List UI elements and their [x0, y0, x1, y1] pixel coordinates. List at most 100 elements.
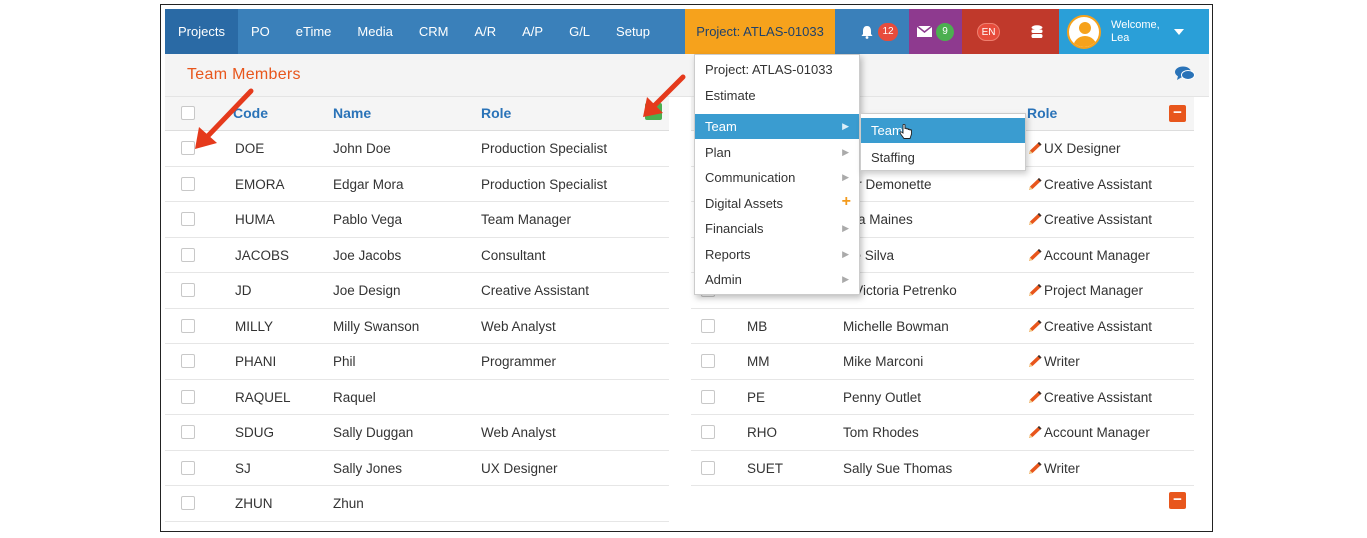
row-checkbox[interactable]: [181, 212, 195, 226]
welcome-username: Lea: [1111, 31, 1130, 44]
pencil-icon[interactable]: [1027, 212, 1043, 226]
table-row[interactable]: SJ Sally Jones UX Designer: [165, 450, 669, 486]
row-role-label: UX Designer: [1044, 141, 1121, 156]
menu-item-label: Reports: [705, 247, 751, 262]
table-row[interactable]: ZHUN Zhun: [165, 486, 669, 522]
menu-item-reports[interactable]: Reports ▶: [695, 242, 859, 267]
table-row[interactable]: RAQUEL Raquel: [165, 379, 669, 415]
row-checkbox[interactable]: [181, 318, 195, 333]
select-all-checkbox[interactable]: [181, 106, 195, 120]
table-row[interactable]: PHANI Phil Programmer: [165, 344, 669, 380]
nav-ar[interactable]: A/R: [461, 9, 509, 54]
table-row[interactable]: HUMA Pablo Vega Team Manager: [165, 202, 669, 238]
language-button[interactable]: EN: [962, 9, 1016, 54]
submenu-item-team[interactable]: Team: [861, 118, 1025, 143]
table-row[interactable]: EMORA Edgar Mora Production Specialist: [165, 166, 669, 202]
nav-po[interactable]: PO: [238, 9, 283, 54]
header-role[interactable]: Role: [481, 105, 511, 121]
nav-crm[interactable]: CRM: [406, 9, 462, 54]
row-checkbox[interactable]: [181, 141, 195, 155]
chat-icon[interactable]: [1175, 66, 1195, 82]
row-checkbox[interactable]: [181, 425, 195, 439]
row-role: Consultant: [481, 247, 546, 263]
table-row[interactable]: JACOBS Joe Jacobs Consultant: [165, 237, 669, 273]
row-checkbox[interactable]: [181, 283, 195, 297]
menu-item-team[interactable]: Team ▶: [695, 114, 859, 139]
row-role-label: Writer: [1044, 354, 1080, 369]
row-name: a Victoria Petrenko: [843, 283, 957, 298]
notifications-button[interactable]: 12: [849, 9, 909, 54]
table-row[interactable]: JD Joe Design Creative Assistant: [165, 273, 669, 309]
row-role: Writer: [1027, 354, 1080, 369]
pencil-icon[interactable]: [1027, 425, 1043, 439]
row-checkbox[interactable]: [701, 354, 715, 368]
project-button[interactable]: Project: ATLAS-01033: [685, 9, 836, 54]
pencil-icon[interactable]: [1027, 283, 1043, 297]
messages-badge: 9: [936, 22, 955, 41]
chevron-right-icon: ▶: [842, 274, 849, 284]
row-name: Zhun: [333, 496, 364, 511]
messages-button[interactable]: 9: [909, 9, 963, 54]
plus-icon[interactable]: +: [842, 189, 851, 214]
remove-member-button[interactable]: −: [1169, 105, 1186, 122]
left-table-header: Code Name Role +: [165, 97, 669, 131]
remove-member-button-bottom[interactable]: −: [1169, 492, 1186, 509]
pencil-icon[interactable]: [1027, 141, 1043, 155]
right-header-role[interactable]: Role: [1027, 105, 1057, 121]
nav-ap[interactable]: A/P: [509, 9, 556, 54]
submenu-item-staffing[interactable]: Staffing: [861, 145, 1025, 170]
row-checkbox[interactable]: [701, 318, 715, 333]
header-code[interactable]: Code: [233, 105, 268, 121]
menu-item-project-atlas-01033[interactable]: Project: ATLAS-01033: [695, 57, 859, 82]
row-checkbox[interactable]: [701, 389, 715, 404]
add-member-button[interactable]: +: [645, 103, 662, 120]
table-row[interactable]: RHO Tom Rhodes Account Manager: [691, 415, 1194, 451]
menu-item-plan[interactable]: Plan ▶: [695, 140, 859, 165]
table-row[interactable]: MILLY Milly Swanson Web Analyst: [165, 308, 669, 344]
nav-media[interactable]: Media: [344, 9, 405, 54]
menu-item-financials[interactable]: Financials ▶: [695, 216, 859, 241]
row-checkbox[interactable]: [701, 425, 715, 439]
menu-item-estimate[interactable]: Estimate: [695, 83, 859, 108]
pencil-icon[interactable]: [1027, 390, 1043, 404]
menu-item-digital-assets[interactable]: Digital Assets +: [695, 191, 859, 216]
row-checkbox[interactable]: [181, 176, 195, 191]
row-name: Michelle Bowman: [843, 318, 949, 334]
pencil-icon[interactable]: [1027, 354, 1043, 368]
row-code: EMORA: [235, 176, 285, 192]
nav-projects[interactable]: Projects: [165, 9, 238, 54]
table-row[interactable]: PE Penny Outlet Creative Assistant: [691, 379, 1194, 415]
page-title: Team Members: [187, 66, 301, 83]
menu-item-communication[interactable]: Communication ▶: [695, 165, 859, 190]
menu-item-label: Admin: [705, 272, 742, 287]
nav-gl[interactable]: G/L: [556, 9, 603, 54]
row-checkbox[interactable]: [701, 460, 715, 475]
row-name: Sally Duggan: [333, 425, 414, 440]
nav-etime[interactable]: eTime: [283, 9, 345, 54]
row-checkbox[interactable]: [181, 354, 195, 368]
table-row[interactable]: DOE John Doe Production Specialist: [165, 131, 669, 167]
row-role: Creative Assistant: [1027, 177, 1152, 192]
row-code: RAQUEL: [235, 389, 291, 405]
table-row[interactable]: SDUG Sally Duggan Web Analyst: [165, 415, 669, 451]
row-checkbox[interactable]: [181, 389, 195, 404]
pencil-icon[interactable]: [1027, 319, 1043, 333]
row-checkbox[interactable]: [181, 496, 195, 510]
table-row[interactable]: MB Michelle Bowman Creative Assistant: [691, 308, 1194, 344]
database-button[interactable]: [1015, 9, 1060, 54]
hand-cursor-icon: [899, 124, 912, 139]
user-menu[interactable]: Welcome, Lea: [1059, 9, 1209, 54]
row-checkbox[interactable]: [181, 247, 195, 262]
header-name[interactable]: Name: [333, 105, 371, 121]
row-checkbox[interactable]: [181, 460, 195, 475]
language-badge: EN: [976, 22, 1001, 41]
table-row[interactable]: SUET Sally Sue Thomas Writer: [691, 450, 1194, 486]
pencil-icon[interactable]: [1027, 461, 1043, 475]
table-row[interactable]: MM Mike Marconi Writer: [691, 344, 1194, 380]
pencil-icon[interactable]: [1027, 177, 1043, 191]
menu-item-admin[interactable]: Admin ▶: [695, 267, 859, 292]
pencil-icon[interactable]: [1027, 248, 1043, 262]
row-role: UX Designer: [1027, 141, 1121, 156]
row-role: Web Analyst: [481, 318, 556, 334]
nav-setup[interactable]: Setup: [603, 9, 663, 54]
